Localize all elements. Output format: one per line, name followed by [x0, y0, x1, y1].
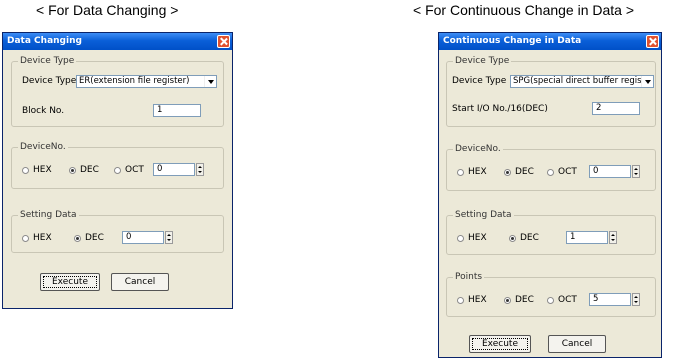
setting-radio-dec-label: DEC [520, 233, 539, 243]
radio-oct[interactable]: OCT [547, 167, 577, 177]
dialog-title: Continuous Change in Data [443, 36, 582, 46]
points-radio-oct-label: OCT [558, 295, 577, 305]
dialog-title: Data Changing [7, 36, 82, 46]
device-no-legend: DeviceNo. [18, 142, 68, 152]
device-type-group: Device Type Device Type SPG(special dire… [446, 56, 656, 127]
device-type-group: Device Type Device Type ER(extension fil… [11, 56, 224, 127]
setting-radio-hex-dot [22, 234, 29, 242]
device-no-input[interactable]: 0 [153, 163, 195, 176]
radio-oct-dot [547, 168, 554, 176]
device-type-select[interactable]: ER(extension file register) [76, 75, 217, 88]
setting-radio-hex-label: HEX [33, 233, 52, 243]
points-input[interactable]: 5 [589, 293, 631, 306]
cancel-button[interactable]: Cancel [111, 273, 169, 291]
start-io-label: Start I/O No./16(DEC) [452, 104, 548, 114]
device-type-select[interactable]: SPG(special direct buffer register) [510, 75, 654, 88]
device-no-spin-icon[interactable] [196, 163, 204, 176]
execute-button[interactable]: Execute [469, 335, 531, 353]
radio-dec-dot [69, 166, 76, 174]
radio-oct[interactable]: OCT [114, 165, 144, 175]
close-icon[interactable] [217, 35, 230, 48]
setting-radio-hex-label: HEX [468, 233, 487, 243]
cancel-button[interactable]: Cancel [548, 335, 606, 353]
caption-data-changing: < For Data Changing > [36, 2, 179, 18]
close-icon[interactable] [646, 35, 659, 48]
setting-radio-dec-dot [509, 234, 516, 242]
setting-data-input[interactable]: 0 [122, 231, 164, 244]
radio-dec[interactable]: DEC [504, 167, 534, 177]
points-spin-icon[interactable] [632, 293, 640, 306]
points-legend: Points [453, 272, 485, 282]
points-radio-dec-label: DEC [515, 295, 534, 305]
setting-data-group: Setting Data HEX DEC 1 [446, 210, 656, 255]
device-type-legend: Device Type [18, 56, 77, 66]
points-radio-dec[interactable]: DEC [504, 295, 534, 305]
points-radio-hex-label: HEX [468, 295, 487, 305]
start-io-input[interactable]: 2 [592, 102, 640, 115]
device-type-legend: Device Type [453, 56, 512, 66]
dropdown-arrow-icon[interactable] [204, 76, 216, 87]
setting-radio-dec[interactable]: DEC [74, 233, 104, 243]
device-no-legend: DeviceNo. [453, 144, 503, 154]
setting-radio-hex-dot [457, 234, 464, 242]
points-radio-hex-dot [457, 296, 464, 304]
radio-oct-dot [114, 166, 121, 174]
device-no-group: DeviceNo. HEX DEC OCT 0 [11, 142, 224, 189]
radio-dec-label: DEC [80, 165, 99, 175]
device-no-input[interactable]: 0 [589, 165, 631, 178]
block-no-input[interactable]: 1 [153, 104, 201, 117]
dropdown-arrow-icon[interactable] [641, 76, 653, 87]
device-type-label: Device Type [452, 76, 507, 86]
radio-hex[interactable]: HEX [22, 165, 52, 175]
data-changing-dialog: Data Changing Device Type Device Type ER… [2, 32, 233, 309]
caption-continuous-change: < For Continuous Change in Data > [413, 2, 635, 18]
radio-dec-dot [504, 168, 511, 176]
device-type-label: Device Type [22, 76, 77, 86]
dialog-titlebar[interactable]: Continuous Change in Data [439, 33, 661, 50]
radio-hex-dot [457, 168, 464, 176]
points-radio-oct[interactable]: OCT [547, 295, 577, 305]
setting-radio-hex[interactable]: HEX [22, 233, 52, 243]
device-no-spin-icon[interactable] [632, 165, 640, 178]
execute-button[interactable]: Execute [40, 273, 100, 291]
points-group: Points HEX DEC OCT 5 [446, 272, 656, 317]
device-no-group: DeviceNo. HEX DEC OCT 0 [446, 144, 656, 191]
continuous-change-dialog: Continuous Change in Data Device Type De… [438, 32, 662, 358]
radio-oct-label: OCT [125, 165, 144, 175]
setting-radio-hex[interactable]: HEX [457, 233, 487, 243]
radio-hex[interactable]: HEX [457, 167, 487, 177]
setting-data-legend: Setting Data [453, 210, 514, 220]
dialog-titlebar[interactable]: Data Changing [3, 33, 232, 50]
setting-data-legend: Setting Data [18, 210, 79, 220]
radio-dec-label: DEC [515, 167, 534, 177]
setting-data-spin-icon[interactable] [609, 231, 617, 244]
device-type-value: SPG(special direct buffer register) [513, 76, 654, 86]
block-no-label: Block No. [22, 106, 65, 116]
points-radio-dec-dot [504, 296, 511, 304]
setting-radio-dec-label: DEC [85, 233, 104, 243]
setting-data-spin-icon[interactable] [165, 231, 173, 244]
radio-hex-label: HEX [468, 167, 487, 177]
setting-radio-dec-dot [74, 234, 81, 242]
points-radio-oct-dot [547, 296, 554, 304]
setting-data-input[interactable]: 1 [566, 231, 608, 244]
setting-data-group: Setting Data HEX DEC 0 [11, 210, 224, 253]
points-radio-hex[interactable]: HEX [457, 295, 487, 305]
radio-dec[interactable]: DEC [69, 165, 99, 175]
radio-oct-label: OCT [558, 167, 577, 177]
radio-hex-dot [22, 166, 29, 174]
device-type-value: ER(extension file register) [79, 76, 190, 86]
setting-radio-dec[interactable]: DEC [509, 233, 539, 243]
radio-hex-label: HEX [33, 165, 52, 175]
